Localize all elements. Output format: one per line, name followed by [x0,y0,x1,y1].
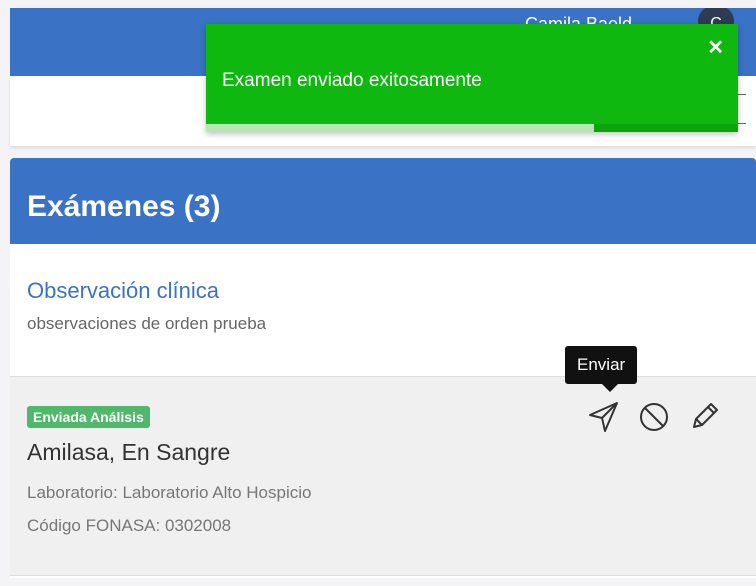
send-icon [589,402,618,432]
tooltip-text: Enviar [577,355,626,374]
toast-progress-bar [206,124,738,132]
close-icon[interactable]: ✕ [707,38,724,58]
card-title: Exámenes (3) [27,190,221,223]
status-badge: Enviada Análisis [27,406,150,428]
toast-progress-fill [206,124,595,132]
card-header: Exámenes (3) [10,158,756,244]
edit-icon [693,403,718,428]
cancel-button[interactable] [634,397,674,437]
exam-laboratory: Laboratorio: Laboratorio Alto Hospicio [27,483,312,502]
exams-card: Exámenes (3) Observación clínica observa… [10,158,756,578]
exam-actions [584,397,724,437]
cancel-icon [640,403,668,431]
observation-title[interactable]: Observación clínica [27,278,219,304]
exam-fonasa-code: Código FONASA: 0302008 [27,516,232,535]
toast-message: Examen enviado exitosamente [222,70,482,91]
clinical-observation: Observación clínica observaciones de ord… [10,244,756,374]
exam-list-item: Enviada Análisis Amilasa, En Sangre Labo… [10,376,756,576]
observation-description: observaciones de orden prueba [27,314,267,333]
success-toast: Examen enviado exitosamente ✕ [206,24,738,132]
send-tooltip: Enviar [565,346,638,392]
tooltip-arrow [602,384,618,392]
send-button[interactable] [584,397,624,437]
exam-name: Amilasa, En Sangre [27,439,231,465]
edit-button[interactable] [684,397,724,437]
